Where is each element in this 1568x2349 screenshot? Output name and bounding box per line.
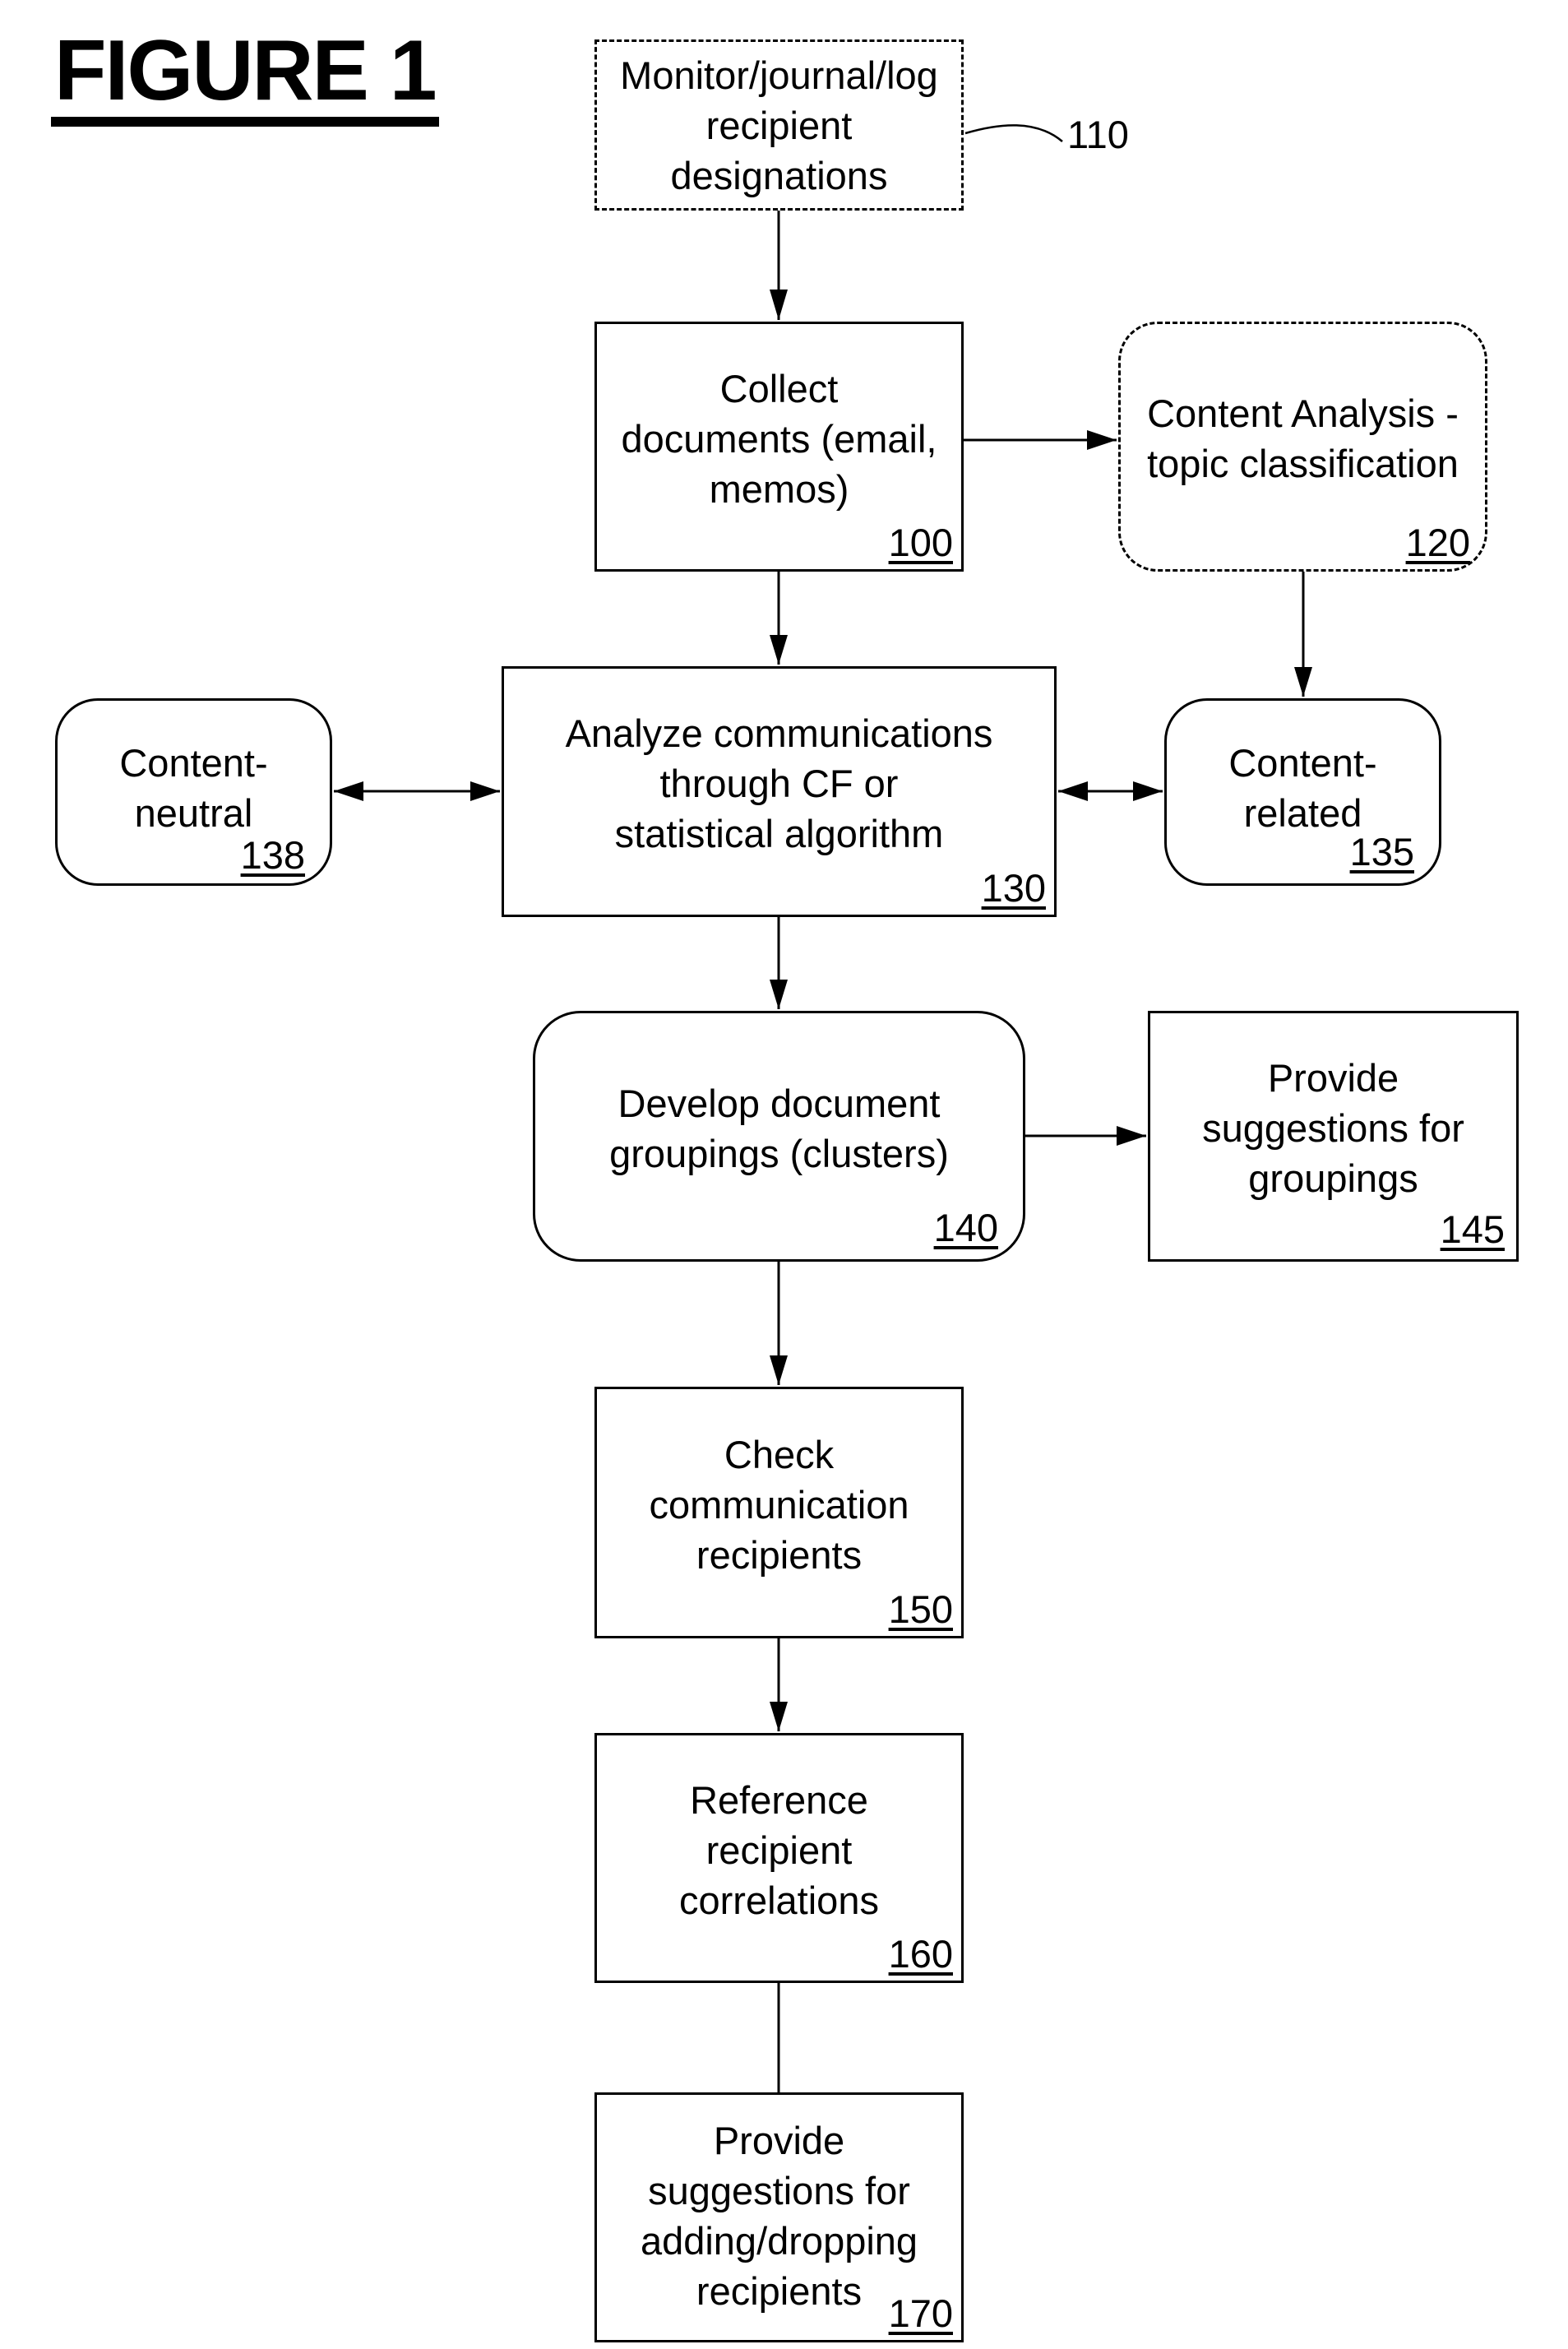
node-ref-number: 150 bbox=[888, 1587, 953, 1631]
node-develop-groupings: Develop document groupings (clusters) 14… bbox=[533, 1011, 1025, 1262]
arrowhead-110-100 bbox=[770, 290, 788, 320]
node-ref-number: 145 bbox=[1440, 1207, 1505, 1251]
node-provide-recipient-suggestions: Provide suggestions for adding/dropping … bbox=[594, 2092, 964, 2342]
node-text: Analyze communications through CF or sta… bbox=[565, 711, 993, 855]
node-ref-number: 135 bbox=[1349, 830, 1414, 873]
node-text: Content Analysis - topic classification bbox=[1147, 392, 1459, 485]
node-ref-number: 138 bbox=[240, 833, 305, 877]
arrowhead-100-120 bbox=[1087, 430, 1117, 450]
callout-leader-110 bbox=[964, 124, 1063, 142]
node-ref-number: 120 bbox=[1405, 521, 1470, 564]
arrowhead-100-130 bbox=[770, 635, 788, 665]
node-text: Provide suggestions for groupings bbox=[1202, 1056, 1464, 1200]
arrowhead-120-135 bbox=[1294, 667, 1312, 697]
node-text: Check communication recipients bbox=[649, 1432, 909, 1577]
node-ref-number: 100 bbox=[888, 521, 953, 564]
node-analyze-communications: Analyze communications through CF or sta… bbox=[502, 666, 1057, 917]
node-text: Content- neutral bbox=[119, 741, 268, 835]
arrowhead-150-160 bbox=[770, 1702, 788, 1731]
node-ref-number: 170 bbox=[888, 2291, 953, 2335]
arrowhead-135-side bbox=[1133, 781, 1163, 801]
node-ref-number: 130 bbox=[981, 866, 1046, 910]
node-ref-number: 160 bbox=[888, 1932, 953, 1976]
arrowhead-130-right-side bbox=[1058, 781, 1088, 801]
callout-label-110: 110 bbox=[1067, 113, 1129, 156]
node-text: Content- related bbox=[1228, 741, 1377, 835]
node-text: Monitor/journal/log recipient designatio… bbox=[620, 53, 938, 197]
arrowhead-130-left-side bbox=[470, 781, 500, 801]
node-ref-number: 140 bbox=[933, 1206, 998, 1249]
node-content-neutral: Content- neutral 138 bbox=[55, 698, 332, 886]
node-text: Develop document groupings (clusters) bbox=[609, 1081, 949, 1175]
node-provide-grouping-suggestions: Provide suggestions for groupings 145 bbox=[1148, 1011, 1519, 1262]
arrowhead-140-150 bbox=[770, 1355, 788, 1385]
arrowhead-130-140 bbox=[770, 980, 788, 1009]
node-collect-documents: Collect documents (email, memos) 100 bbox=[594, 322, 964, 572]
arrowhead-138-side bbox=[334, 781, 363, 801]
node-content-analysis: Content Analysis - topic classification … bbox=[1118, 322, 1487, 572]
node-reference-correlations: Reference recipient correlations 160 bbox=[594, 1733, 964, 1983]
node-content-related: Content- related 135 bbox=[1164, 698, 1441, 886]
node-monitor-journal-log: Monitor/journal/log recipient designatio… bbox=[594, 39, 964, 211]
node-text: Provide suggestions for adding/dropping … bbox=[640, 2119, 918, 2313]
arrowhead-140-145 bbox=[1117, 1126, 1146, 1146]
node-text: Collect documents (email, memos) bbox=[621, 366, 937, 511]
node-text: Reference recipient correlations bbox=[679, 1777, 879, 1922]
node-check-recipients: Check communication recipients 150 bbox=[594, 1387, 964, 1638]
